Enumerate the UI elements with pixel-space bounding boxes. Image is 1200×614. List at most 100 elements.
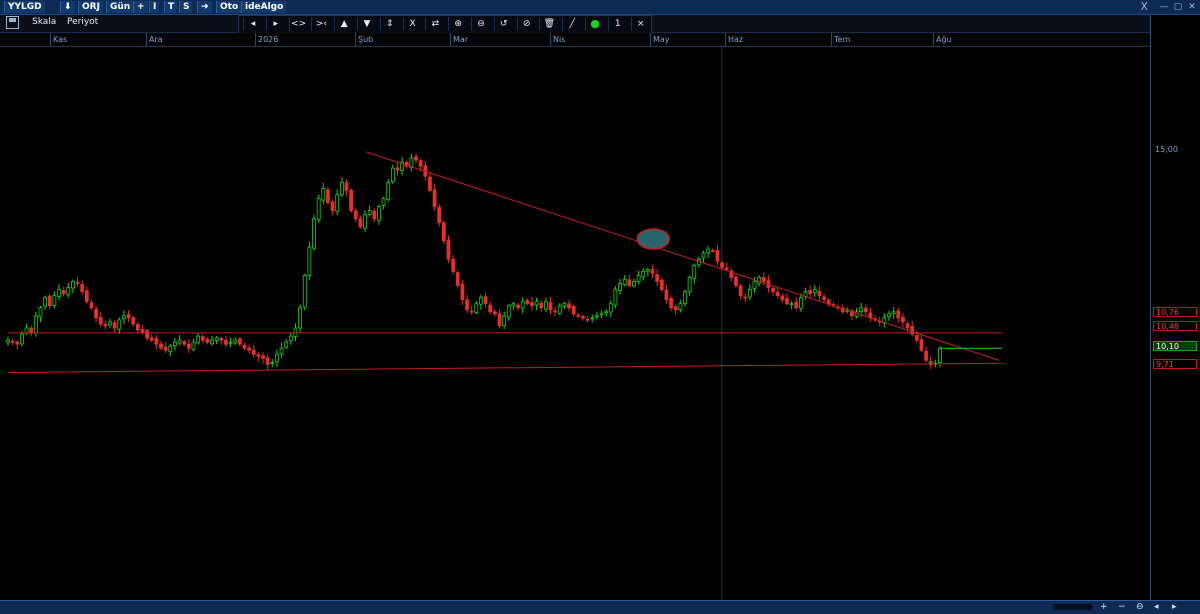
x-tick bbox=[50, 33, 51, 46]
line-width[interactable]: 1 bbox=[607, 17, 627, 31]
maximize-icon[interactable]: ▢ bbox=[1172, 1, 1184, 13]
indicator-s-button[interactable]: S bbox=[179, 1, 193, 13]
price-axis: 15,00 10,76 10,48 10,10 9,71 bbox=[1150, 15, 1200, 600]
scale-menu[interactable]: Skala bbox=[32, 17, 56, 27]
close-chart-icon[interactable]: X bbox=[1140, 0, 1148, 13]
candle-body bbox=[794, 301, 799, 309]
color-dot-icon[interactable]: ● bbox=[585, 17, 604, 31]
candle-body bbox=[650, 269, 655, 274]
candle-body bbox=[367, 210, 372, 215]
candle-body bbox=[284, 341, 289, 348]
y-tick-label: 15,00 bbox=[1155, 145, 1178, 154]
title-bar: YYLGD ⬇ ORJ Gün + I T S ➜ Oto ideAlgo X — ▢ ✕ bbox=[0, 0, 1200, 15]
x-tick bbox=[146, 33, 147, 46]
x-tick-label: 2026 bbox=[258, 35, 279, 44]
minimize-icon[interactable]: — bbox=[1158, 1, 1170, 13]
candle-body bbox=[488, 304, 493, 313]
scroll-right-button[interactable]: ▸ bbox=[1172, 602, 1177, 612]
zoom-reset-icon[interactable]: ⊖ bbox=[1136, 602, 1144, 612]
zoom-in-x-icon[interactable]: <> bbox=[288, 17, 308, 31]
candle-body bbox=[145, 330, 150, 339]
candle-body bbox=[196, 335, 201, 344]
floppy-disk-icon[interactable] bbox=[6, 16, 19, 29]
indicator-i-button[interactable]: I bbox=[149, 1, 160, 13]
candle-body bbox=[812, 289, 817, 294]
candle-body bbox=[191, 341, 196, 350]
auto-button[interactable]: Oto bbox=[216, 1, 242, 13]
minus-circle-icon[interactable]: ⊖ bbox=[471, 17, 490, 31]
candle-body bbox=[326, 189, 330, 203]
symbol-label[interactable]: YYLGD bbox=[4, 1, 45, 13]
close-icon[interactable]: × bbox=[630, 17, 650, 31]
candle-body bbox=[108, 321, 112, 326]
candle-body bbox=[10, 340, 15, 343]
arrow-right-icon[interactable]: ➜ bbox=[197, 1, 212, 13]
candle-body bbox=[924, 350, 928, 361]
x-tick-label: Tem bbox=[834, 35, 851, 44]
draw-line-icon[interactable]: ╱ bbox=[562, 17, 581, 31]
candle-body bbox=[896, 310, 901, 319]
candle-body bbox=[859, 307, 864, 312]
candle-body bbox=[506, 305, 511, 318]
candle-body bbox=[785, 297, 789, 305]
horizontal-scrollbar[interactable] bbox=[1053, 604, 1093, 610]
candle-body bbox=[673, 306, 678, 311]
candle-body bbox=[117, 319, 122, 330]
price-chart[interactable] bbox=[0, 47, 1150, 600]
plus-circle-icon[interactable]: ⊕ bbox=[448, 17, 467, 31]
candle-body bbox=[581, 316, 585, 319]
candle-body bbox=[372, 210, 377, 220]
candle-body bbox=[525, 300, 530, 305]
candle-body bbox=[901, 316, 905, 323]
zoom-out-x-icon[interactable]: >‹ bbox=[311, 17, 330, 31]
candle-body bbox=[395, 167, 400, 171]
candle-body bbox=[316, 198, 321, 221]
candle-body bbox=[659, 279, 664, 290]
candle-body bbox=[335, 194, 340, 212]
candle-body bbox=[381, 198, 386, 206]
candle-body bbox=[84, 290, 89, 303]
scroll-left-icon[interactable]: ◂ bbox=[243, 17, 262, 31]
x-cross-icon[interactable]: X bbox=[402, 17, 422, 31]
candle-body bbox=[599, 313, 604, 316]
day-button[interactable]: Gün bbox=[106, 1, 134, 13]
orj-button[interactable]: ORJ bbox=[78, 1, 103, 13]
candle-body bbox=[173, 341, 177, 346]
candle-body bbox=[89, 302, 94, 309]
trash-icon[interactable]: 🗑 bbox=[539, 17, 558, 31]
close-window-icon[interactable]: ✕ bbox=[1186, 1, 1198, 13]
candle-body bbox=[460, 283, 465, 301]
candle-body bbox=[47, 295, 52, 307]
candle-body bbox=[66, 287, 71, 296]
zoom-plus-button[interactable]: + bbox=[1100, 602, 1108, 612]
resistance-line bbox=[366, 151, 1000, 361]
swap-icon[interactable]: ⇄ bbox=[425, 17, 444, 31]
x-tick-label: Şub bbox=[358, 35, 374, 44]
vertical-fit-icon[interactable]: ⇕ bbox=[379, 17, 399, 31]
candle-body bbox=[492, 311, 497, 315]
candle-body bbox=[775, 291, 780, 297]
candle-body bbox=[349, 189, 354, 212]
candle-body bbox=[20, 333, 24, 345]
candle-body bbox=[817, 290, 822, 297]
candle-body bbox=[516, 304, 520, 309]
scroll-right-icon[interactable]: ▸ bbox=[265, 17, 285, 31]
candle-body bbox=[734, 276, 738, 286]
x-tick-label: Ağu bbox=[936, 35, 952, 44]
zoom-minus-button[interactable]: − bbox=[1118, 602, 1126, 612]
scroll-left-button[interactable]: ◂ bbox=[1154, 602, 1159, 612]
candle-body bbox=[479, 297, 483, 305]
add-button[interactable]: + bbox=[133, 1, 148, 13]
period-menu[interactable]: Periyot bbox=[67, 17, 98, 27]
no-icon[interactable]: ⊘ bbox=[516, 17, 536, 31]
candle-body bbox=[122, 315, 126, 320]
candle-body bbox=[219, 337, 224, 341]
download-icon[interactable]: ⬇ bbox=[60, 1, 75, 13]
up-arrow-icon[interactable]: ▲ bbox=[334, 17, 353, 31]
price-tag: 9,71 bbox=[1153, 359, 1197, 369]
indicator-t-button[interactable]: T bbox=[164, 1, 178, 13]
refresh-icon[interactable]: ↺ bbox=[493, 17, 513, 31]
candle-body bbox=[604, 311, 609, 314]
down-arrow-icon[interactable]: ▼ bbox=[357, 17, 376, 31]
idealgo-button[interactable]: ideAlgo bbox=[241, 1, 287, 13]
